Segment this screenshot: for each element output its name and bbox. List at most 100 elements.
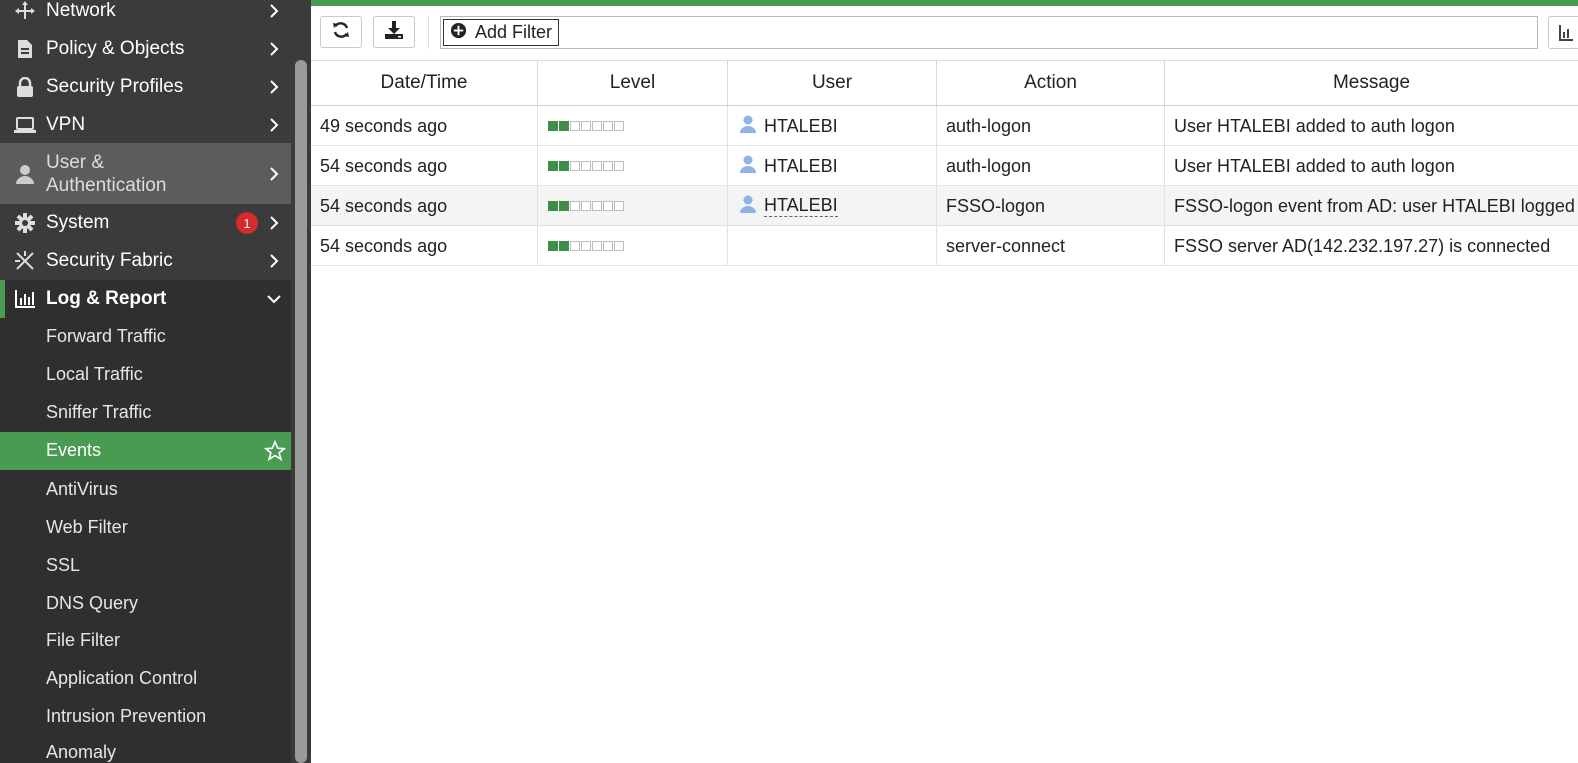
sidebar-scrollbar-thumb[interactable]	[295, 60, 307, 763]
sidebar-item-label-line2: Authentication	[46, 175, 167, 196]
bar-chart-icon	[1559, 25, 1573, 46]
sidebar-subitem-dns-query[interactable]: DNS Query	[0, 585, 291, 623]
cell-message: FSSO-logon event from AD: user HTALEBI l…	[1174, 195, 1575, 216]
sidebar-item-log-report[interactable]: Log & Report	[0, 280, 291, 318]
add-filter-button[interactable]: Add Filter	[443, 19, 560, 46]
table-row[interactable]: 54 seconds ago server-connect FSSO serve…	[311, 226, 1578, 266]
cell-user	[728, 226, 937, 266]
cell-datetime: 49 seconds ago	[311, 106, 538, 146]
level-indicator	[548, 241, 624, 251]
chevron-right-icon	[267, 42, 281, 56]
cell-action: auth-logon	[937, 106, 1165, 146]
top-accent-bar	[311, 0, 1578, 6]
sidebar-item-label: Security Profiles	[46, 76, 184, 97]
fabric-icon	[14, 250, 36, 272]
cell-user: HTALEBI	[728, 106, 937, 146]
sidebar: Network Policy & Objects Security Profil…	[0, 0, 291, 763]
download-icon	[384, 20, 404, 45]
cell-level	[538, 106, 728, 146]
notification-badge: 1	[236, 212, 258, 234]
sidebar-item-security-fabric[interactable]: Security Fabric	[0, 242, 291, 280]
subitem-label: Intrusion Prevention	[46, 706, 207, 726]
sidebar-subitem-forward-traffic[interactable]: Forward Traffic	[0, 318, 291, 356]
sidebar-item-label: Log & Report	[46, 288, 167, 309]
gear-icon	[14, 212, 36, 234]
table-row[interactable]: 54 seconds ago HTALEBI FSSO-logon FSSO-l…	[311, 186, 1578, 226]
cell-level	[538, 186, 728, 226]
chart-icon	[14, 288, 36, 310]
column-header-level[interactable]: Level	[538, 60, 728, 106]
chevron-right-icon	[267, 4, 281, 18]
filter-bar[interactable]	[440, 16, 1538, 49]
plus-circle-icon	[450, 22, 467, 44]
active-indicator	[0, 280, 5, 318]
cell-datetime: 54 seconds ago	[311, 186, 538, 226]
network-icon	[14, 0, 36, 22]
sidebar-subitem-anomaly[interactable]: Anomaly	[0, 736, 291, 763]
table-row[interactable]: 54 seconds ago HTALEBI auth-logon User H…	[311, 146, 1578, 186]
subitem-label: Web Filter	[46, 517, 128, 537]
sidebar-item-label: User &	[46, 152, 105, 173]
subitem-label: Local Traffic	[46, 364, 143, 384]
cell-datetime: 54 seconds ago	[311, 146, 538, 186]
chevron-down-icon	[267, 292, 281, 306]
cell-action: server-connect	[937, 226, 1165, 266]
chevron-right-icon	[267, 254, 281, 268]
subitem-label: SSL	[46, 555, 81, 575]
sidebar-item-user-authentication[interactable]: User & Authentication	[0, 143, 291, 204]
cell-message: User HTALEBI added to auth logon	[1174, 155, 1455, 176]
sidebar-item-label: System	[46, 212, 110, 233]
cell-user: HTALEBI	[728, 186, 937, 226]
column-header-message[interactable]: Message	[1165, 60, 1578, 106]
toolbar-separator	[428, 16, 429, 49]
sidebar-subitem-ssl[interactable]: SSL	[0, 547, 291, 585]
star-icon[interactable]	[263, 439, 287, 467]
sidebar-subitem-antivirus[interactable]: AntiVirus	[0, 471, 291, 509]
sidebar-subitem-sniffer-traffic[interactable]: Sniffer Traffic	[0, 394, 291, 432]
sidebar-subitem-intrusion-prevention[interactable]: Intrusion Prevention	[0, 698, 291, 736]
user-name[interactable]: HTALEBI	[764, 195, 838, 217]
laptop-icon	[14, 114, 36, 136]
user-icon	[740, 115, 756, 138]
download-button[interactable]	[373, 16, 415, 48]
level-indicator	[548, 201, 624, 211]
table-row[interactable]: 49 seconds ago HTALEBI auth-logon User H…	[311, 106, 1578, 146]
sidebar-item-vpn[interactable]: VPN	[0, 106, 291, 144]
sidebar-item-label: Policy & Objects	[46, 38, 185, 59]
sidebar-subitem-file-filter[interactable]: File Filter	[0, 622, 291, 660]
cell-user: HTALEBI	[728, 146, 937, 186]
user-icon	[740, 155, 756, 178]
policy-icon	[14, 38, 36, 60]
column-header-action[interactable]: Action	[937, 60, 1165, 106]
subitem-label: Events	[46, 440, 102, 460]
refresh-icon	[331, 20, 351, 45]
chart-view-button[interactable]	[1548, 16, 1578, 49]
sidebar-item-network[interactable]: Network	[0, 0, 291, 24]
cell-message: User HTALEBI added to auth logon	[1174, 115, 1455, 136]
sidebar-subitem-local-traffic[interactable]: Local Traffic	[0, 356, 291, 394]
chevron-right-icon	[267, 80, 281, 94]
column-header-user[interactable]: User	[728, 60, 937, 106]
chevron-right-icon	[267, 167, 281, 181]
lock-icon	[14, 76, 36, 98]
sidebar-item-security-profiles[interactable]: Security Profiles	[0, 68, 291, 106]
subitem-label: DNS Query	[46, 593, 139, 613]
cell-action: auth-logon	[937, 146, 1165, 186]
subitem-label: Application Control	[46, 668, 198, 688]
level-indicator	[548, 161, 624, 171]
subitem-label: AntiVirus	[46, 479, 118, 499]
user-icon	[740, 195, 756, 218]
sidebar-item-policy-objects[interactable]: Policy & Objects	[0, 30, 291, 68]
sidebar-item-label: Security Fabric	[46, 250, 173, 271]
sidebar-subitem-application-control[interactable]: Application Control	[0, 660, 291, 698]
sidebar-item-label: VPN	[46, 114, 86, 135]
sidebar-subitem-events[interactable]: Events	[0, 432, 291, 470]
sidebar-subitem-web-filter[interactable]: Web Filter	[0, 509, 291, 547]
column-header-datetime[interactable]: Date/Time	[311, 60, 538, 106]
sidebar-item-system[interactable]: System 1	[0, 204, 291, 242]
cell-level	[538, 146, 728, 186]
user-name[interactable]: HTALEBI	[764, 156, 838, 177]
refresh-button[interactable]	[320, 16, 362, 48]
cell-action: FSSO-logon	[937, 186, 1165, 226]
user-name[interactable]: HTALEBI	[764, 116, 838, 137]
